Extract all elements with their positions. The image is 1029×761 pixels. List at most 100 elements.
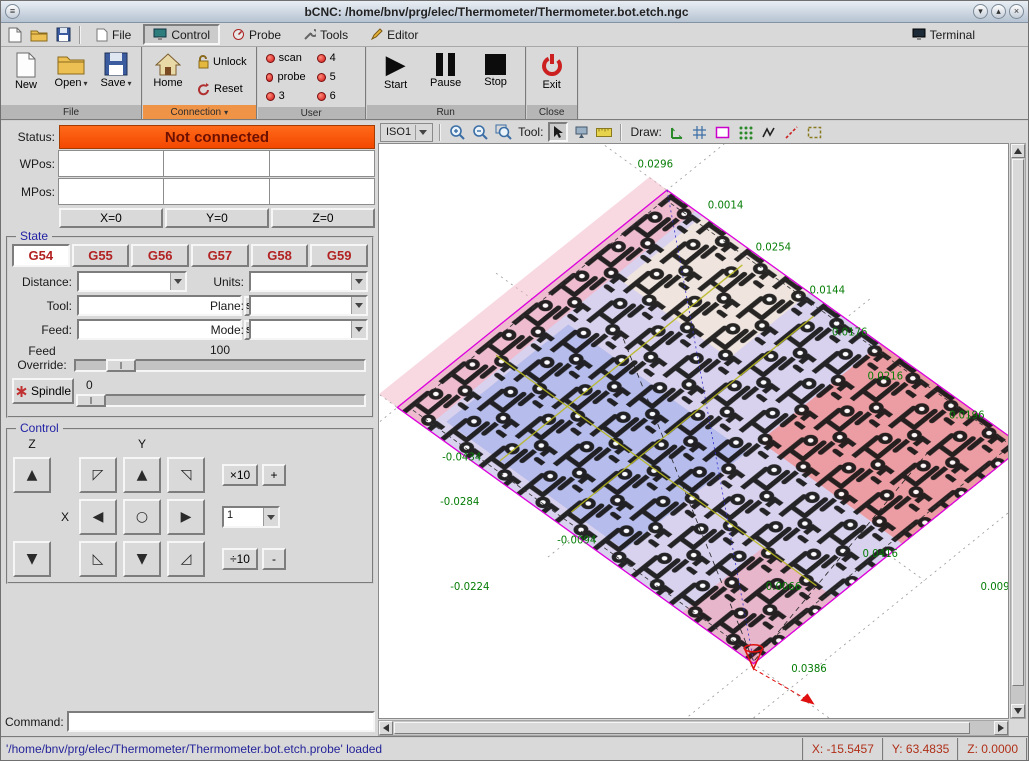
rapid-icon bbox=[784, 125, 799, 140]
jog-y-up-button[interactable]: ▲ bbox=[123, 457, 161, 493]
open-button[interactable]: Open▾ bbox=[50, 49, 92, 92]
canvas-view[interactable]: 0.02960.00140.02540.01440.01760.02160.01… bbox=[378, 143, 1009, 719]
draw-probe-button[interactable] bbox=[736, 122, 756, 142]
step-mul10-button[interactable]: ×10 bbox=[222, 464, 258, 486]
jog-home-button[interactable]: ○ bbox=[123, 499, 161, 535]
step-minus-button[interactable]: - bbox=[262, 548, 286, 570]
spindle-slider[interactable]: 0 bbox=[74, 378, 368, 410]
unlock-button[interactable]: Unlock bbox=[192, 49, 252, 75]
arrow-right-icon bbox=[998, 724, 1004, 732]
jog-down-left-button[interactable]: ◺ bbox=[79, 541, 117, 577]
jog-y-down-button[interactable]: ▼ bbox=[123, 541, 161, 577]
quick-save-button[interactable] bbox=[52, 25, 74, 45]
scroll-down-button[interactable] bbox=[1011, 704, 1025, 718]
window-title: bCNC: /home/bnv/prg/elec/Thermometer/The… bbox=[23, 5, 970, 19]
pause-button[interactable]: Pause bbox=[425, 49, 467, 92]
draw-workarea-button[interactable] bbox=[805, 122, 825, 142]
units-combo[interactable] bbox=[249, 271, 368, 292]
wcs-g58-button[interactable]: G58 bbox=[251, 244, 309, 267]
mode-combo[interactable] bbox=[249, 319, 368, 340]
chevron-down-icon bbox=[355, 303, 363, 308]
select-tool-button[interactable] bbox=[548, 122, 568, 142]
command-input[interactable] bbox=[67, 711, 375, 732]
jog-x-left-button[interactable]: ◀ bbox=[79, 499, 117, 535]
save-button[interactable]: Save▾ bbox=[95, 49, 137, 92]
scroll-up-button[interactable] bbox=[1011, 144, 1025, 158]
zoom-out-button[interactable] bbox=[470, 122, 490, 142]
window-close-button[interactable]: × bbox=[1009, 4, 1024, 19]
statusbar-x-coordinate: X: -15.5457 bbox=[804, 738, 884, 760]
user-button-1[interactable]: scan bbox=[262, 49, 310, 67]
tab-tools[interactable]: Tools bbox=[293, 24, 358, 45]
plane-combo[interactable] bbox=[249, 295, 368, 316]
tab-file[interactable]: File bbox=[86, 24, 141, 45]
quick-open-button[interactable] bbox=[28, 25, 50, 45]
wcs-g54-button[interactable]: G54 bbox=[12, 244, 70, 267]
scroll-right-button[interactable] bbox=[994, 721, 1008, 735]
exit-button[interactable]: Exit bbox=[531, 49, 573, 94]
jog-z-up-button[interactable]: ▲ bbox=[13, 457, 51, 493]
wcs-g55-button[interactable]: G55 bbox=[72, 244, 130, 267]
user-button-2[interactable]: probe bbox=[262, 68, 310, 86]
wcs-g57-button[interactable]: G57 bbox=[191, 244, 249, 267]
horizontal-scrollbar[interactable] bbox=[378, 720, 1009, 736]
reset-button[interactable]: Reset bbox=[192, 76, 252, 102]
jog-x-right-button[interactable]: ▶ bbox=[167, 499, 205, 535]
step-div10-button[interactable]: ÷10 bbox=[222, 548, 258, 570]
vertical-scrollbar[interactable] bbox=[1010, 143, 1026, 719]
gantry-tool-button[interactable] bbox=[571, 122, 591, 142]
stop-button[interactable]: Stop bbox=[475, 49, 517, 91]
jog-down-right-button[interactable]: ◿ bbox=[167, 541, 205, 577]
draw-paths-button[interactable] bbox=[759, 122, 779, 142]
quick-new-button[interactable] bbox=[4, 25, 26, 45]
probe-label: -0.0434 bbox=[442, 453, 481, 464]
feed-override-slider[interactable]: 100 bbox=[72, 343, 368, 375]
wcs-g56-button[interactable]: G56 bbox=[131, 244, 189, 267]
view-select[interactable]: ISO1 bbox=[380, 123, 433, 142]
draw-axes-button[interactable] bbox=[667, 122, 687, 142]
probe-label: 0.0176 bbox=[832, 328, 868, 339]
tab-editor[interactable]: Editor bbox=[360, 24, 428, 45]
draw-rapid-button[interactable] bbox=[782, 122, 802, 142]
zoom-in-button[interactable] bbox=[447, 122, 467, 142]
zero-y-button[interactable]: Y=0 bbox=[165, 208, 269, 228]
jog-z-down-button[interactable]: ▼ bbox=[13, 541, 51, 577]
start-button[interactable]: ▶ Start bbox=[375, 49, 417, 94]
new-button[interactable]: New bbox=[5, 49, 47, 94]
home-button[interactable]: Home bbox=[147, 49, 189, 92]
step-plus-button[interactable]: + bbox=[262, 464, 286, 486]
distance-combo[interactable] bbox=[77, 271, 187, 292]
user-button-6[interactable]: 6 bbox=[313, 87, 361, 105]
window-shade-button[interactable]: ▾ bbox=[973, 4, 988, 19]
window-maximize-button[interactable]: ▴ bbox=[991, 4, 1006, 19]
spindle-trough[interactable] bbox=[76, 394, 366, 407]
jog-up-right-button[interactable]: ◹ bbox=[167, 457, 205, 493]
draw-margin-button[interactable] bbox=[713, 122, 733, 142]
vertical-scroll-thumb[interactable] bbox=[1012, 159, 1024, 686]
ribbon-group-label-connection[interactable]: Connection▾ bbox=[143, 105, 256, 119]
zero-x-button[interactable]: X=0 bbox=[59, 208, 163, 228]
zero-z-button[interactable]: Z=0 bbox=[271, 208, 375, 228]
probe-label: 0.0144 bbox=[810, 286, 846, 297]
zoom-fit-button[interactable] bbox=[493, 122, 513, 142]
chevron-down-icon bbox=[355, 279, 363, 284]
tab-control[interactable]: Control bbox=[143, 24, 220, 45]
draw-grid-button[interactable] bbox=[690, 122, 710, 142]
wcs-g59-button[interactable]: G59 bbox=[310, 244, 368, 267]
user-button-5[interactable]: 5 bbox=[313, 68, 361, 86]
ribbon-group-run: ▶ Start Pause Stop Run bbox=[367, 47, 527, 119]
spindle-handle[interactable] bbox=[76, 394, 106, 407]
jog-up-left-button[interactable]: ◸ bbox=[79, 457, 117, 493]
chevron-down-icon bbox=[174, 279, 182, 284]
tab-probe[interactable]: Probe bbox=[222, 24, 291, 45]
ruler-tool-button[interactable] bbox=[594, 122, 614, 142]
user-button-3[interactable]: 3 bbox=[262, 87, 310, 105]
scroll-left-button[interactable] bbox=[379, 721, 393, 735]
spindle-button[interactable]: Spindle bbox=[12, 378, 74, 404]
terminal-button[interactable]: Terminal bbox=[906, 24, 981, 45]
user-button-4[interactable]: 4 bbox=[313, 49, 361, 67]
feed-override-handle[interactable] bbox=[106, 359, 136, 372]
horizontal-scroll-thumb[interactable] bbox=[394, 722, 970, 734]
window-menu-button[interactable]: ≡ bbox=[5, 4, 20, 19]
step-combo[interactable]: 1 bbox=[222, 506, 280, 528]
